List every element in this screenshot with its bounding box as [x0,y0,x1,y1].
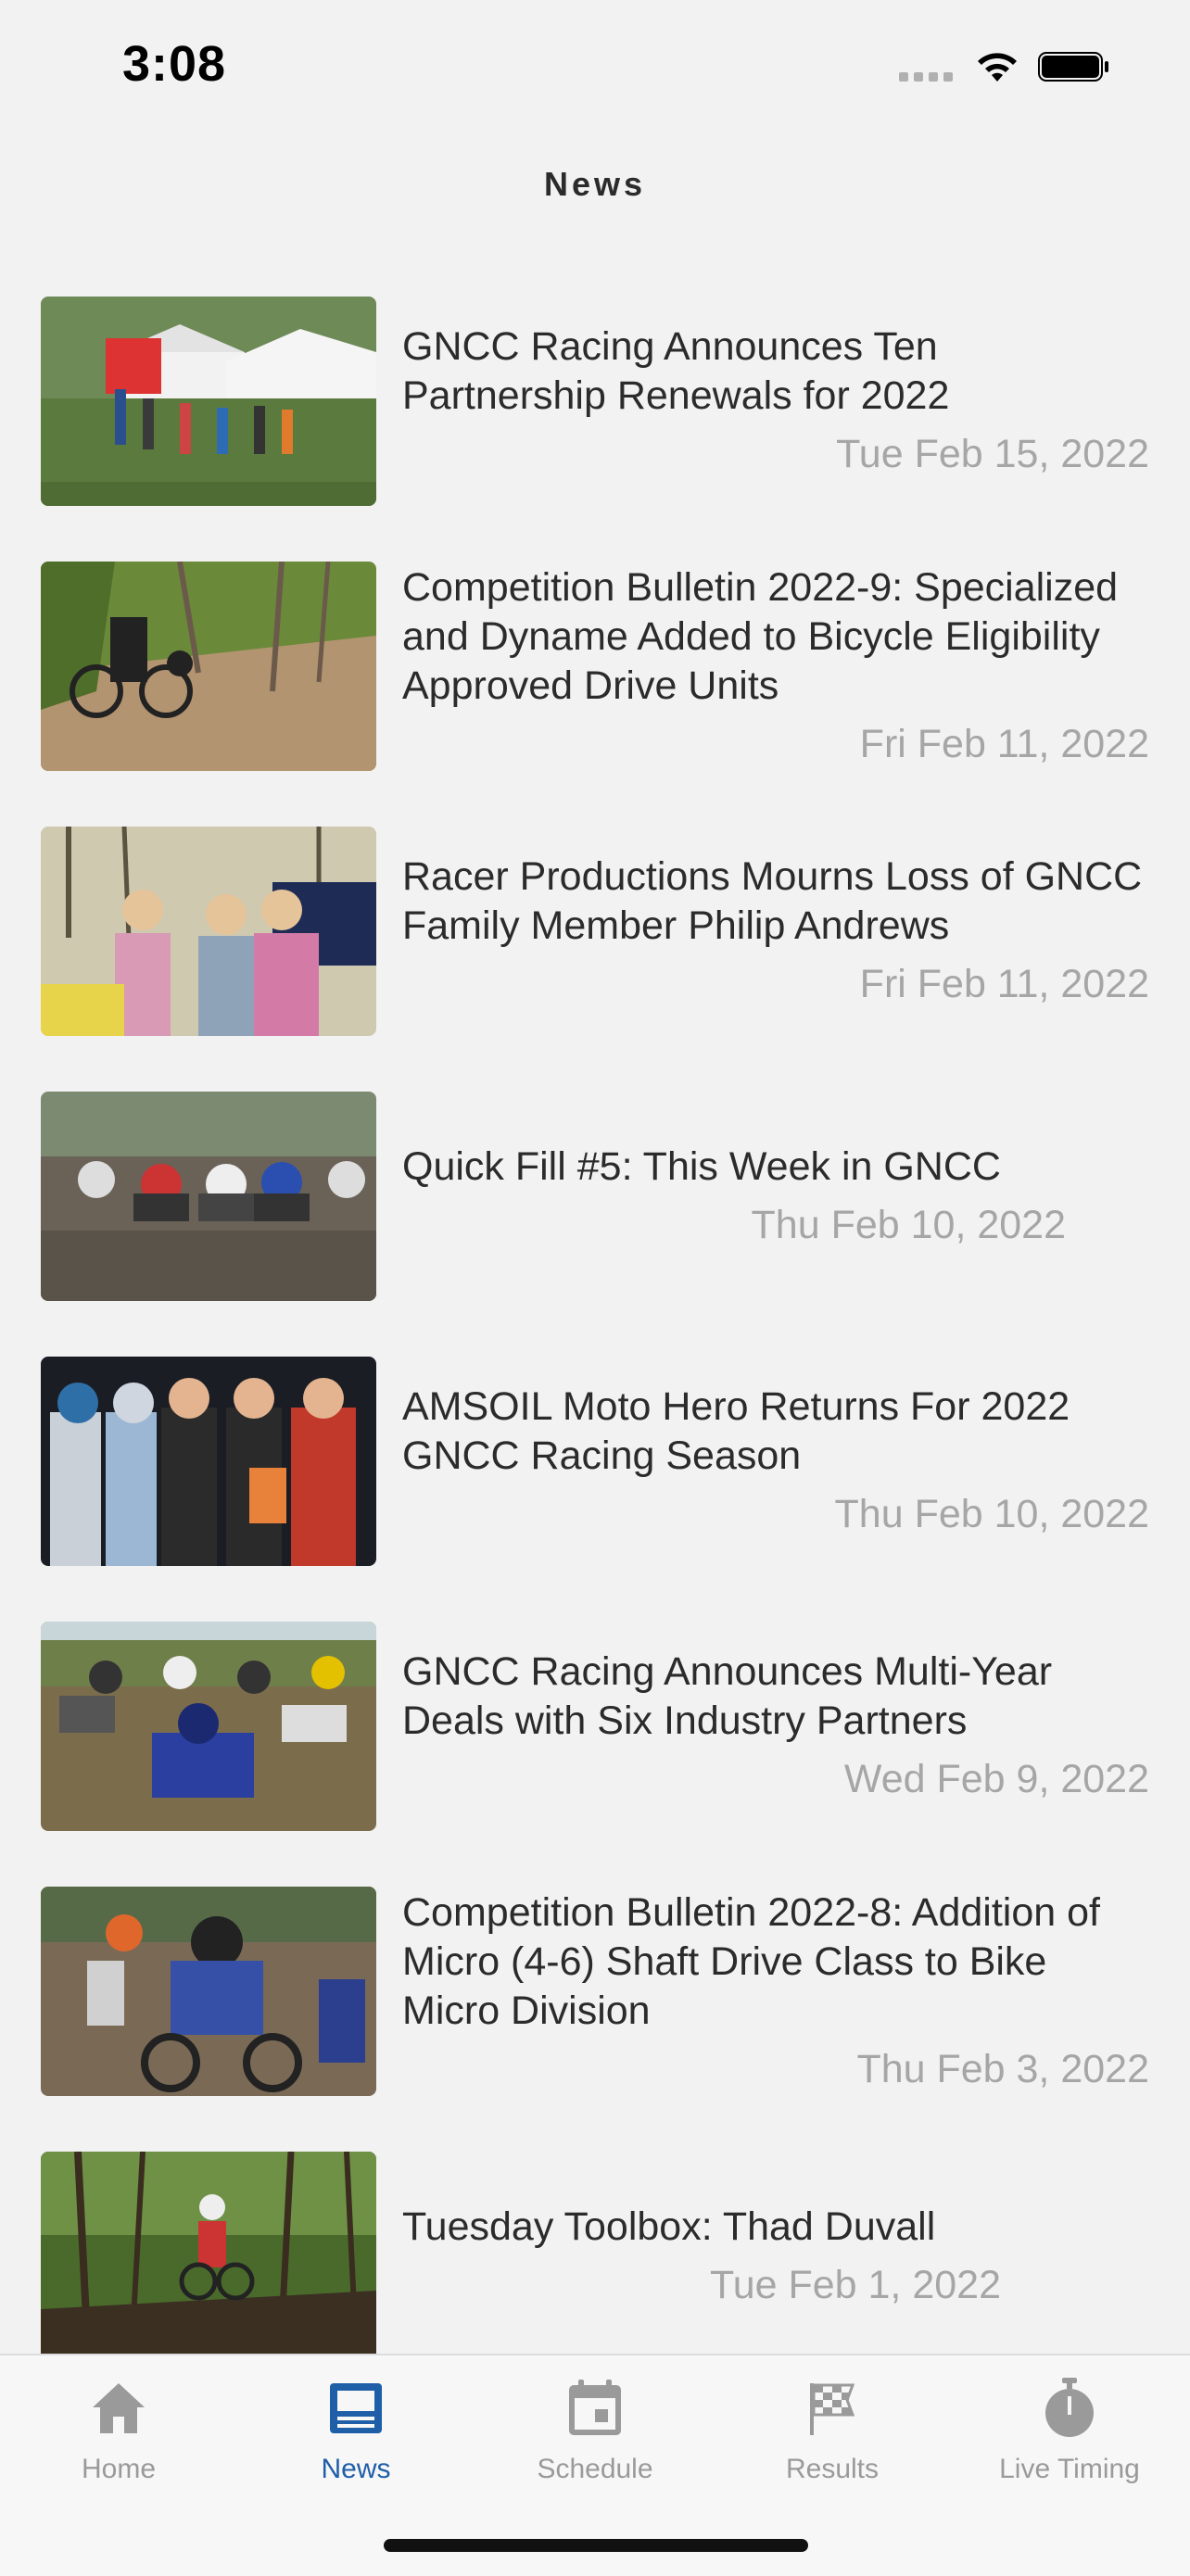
news-text: Competition Bulletin 2022-9: Specialized… [402,562,1149,771]
tab-label: Live Timing [999,2454,1140,2484]
tab-live-timing[interactable]: Live Timing [951,2376,1188,2506]
news-date: Fri Feb 11, 2022 [859,962,1149,1006]
news-title: Competition Bulletin 2022-9: Specialized… [402,564,1119,708]
news-date: Fri Feb 11, 2022 [859,721,1149,766]
news-item[interactable]: AMSOIL Moto Hero Returns For 2022 GNCC R… [41,1357,1149,1566]
news-thumbnail [41,1092,376,1301]
news-item[interactable]: GNCC Racing Announces Ten Partnership Re… [41,297,1149,506]
news-thumbnail [41,1887,376,2096]
news-text: GNCC Racing Announces Ten Partnership Re… [402,297,1149,506]
news-date: Tue Feb 1, 2022 [710,2262,1001,2307]
news-thumbnail [41,1622,376,1831]
news-text: Competition Bulletin 2022-8: Addition of… [402,1887,1149,2096]
tab-home[interactable]: Home [0,2376,237,2506]
news-text: GNCC Racing Announces Multi-Year Deals w… [402,1622,1149,1831]
news-date: Thu Feb 3, 2022 [856,2046,1149,2091]
news-item[interactable]: Racer Productions Mourns Loss of GNCC Fa… [41,827,1149,1036]
news-date: Wed Feb 9, 2022 [843,1757,1149,1801]
tab-bar: Home News Schedule Results Live Timing [0,2354,1190,2576]
cellular-signal-icon [899,72,953,82]
news-title: GNCC Racing Announces Ten Partnership Re… [402,324,950,418]
news-date: Tue Feb 15, 2022 [836,432,1149,476]
news-item[interactable]: Tuesday Toolbox: Thad Duvall Tue Feb 1, … [41,2152,1149,2354]
news-title: Quick Fill #5: This Week in GNCC [402,1143,1001,1189]
page-title: News [543,165,647,203]
news-text: AMSOIL Moto Hero Returns For 2022 GNCC R… [402,1357,1149,1566]
tab-news[interactable]: News [237,2376,475,2506]
news-date: Thu Feb 10, 2022 [751,1202,1066,1247]
news-list[interactable]: GNCC Racing Announces Ten Partnership Re… [0,297,1190,2354]
news-thumbnail [41,1357,376,1566]
tab-schedule[interactable]: Schedule [476,2376,714,2506]
status-bar: 3:08 [0,0,1190,139]
wifi-icon [978,53,1017,82]
checkered-flag-icon [810,2383,855,2435]
news-thumbnail [41,827,376,1036]
home-indicator [384,2539,808,2552]
news-text: Quick Fill #5: This Week in GNCC Thu Feb… [402,1092,1066,1301]
news-item[interactable]: GNCC Racing Announces Multi-Year Deals w… [41,1622,1149,1831]
status-time: 3:08 [122,36,227,92]
tab-label: Schedule [537,2454,653,2484]
news-item[interactable]: Competition Bulletin 2022-8: Addition of… [41,1887,1149,2096]
news-item[interactable]: Quick Fill #5: This Week in GNCC Thu Feb… [41,1092,1149,1301]
stopwatch-icon [1045,2378,1094,2437]
news-title: Competition Bulletin 2022-8: Addition of… [402,1889,1100,2033]
home-icon [93,2383,145,2433]
news-date: Thu Feb 10, 2022 [834,1492,1149,1536]
news-title: AMSOIL Moto Hero Returns For 2022 GNCC R… [402,1384,1070,1478]
news-text: Racer Productions Mourns Loss of GNCC Fa… [402,827,1149,1036]
news-thumbnail [41,2152,376,2354]
news-thumbnail [41,297,376,506]
tab-label: News [321,2454,391,2484]
newspaper-icon [330,2383,382,2433]
battery-icon [1038,52,1108,82]
news-title: GNCC Racing Announces Multi-Year Deals w… [402,1649,1053,1743]
tab-results[interactable]: Results [714,2376,951,2506]
news-text: Tuesday Toolbox: Thad Duvall Tue Feb 1, … [402,2152,1001,2354]
news-title: Tuesday Toolbox: Thad Duvall [402,2203,936,2249]
calendar-icon [569,2380,621,2435]
tab-label: Home [81,2454,157,2484]
news-item[interactable]: Competition Bulletin 2022-9: Specialized… [41,562,1149,771]
tab-label: Results [785,2454,880,2484]
news-title: Racer Productions Mourns Loss of GNCC Fa… [402,854,1143,948]
news-thumbnail [41,562,376,771]
